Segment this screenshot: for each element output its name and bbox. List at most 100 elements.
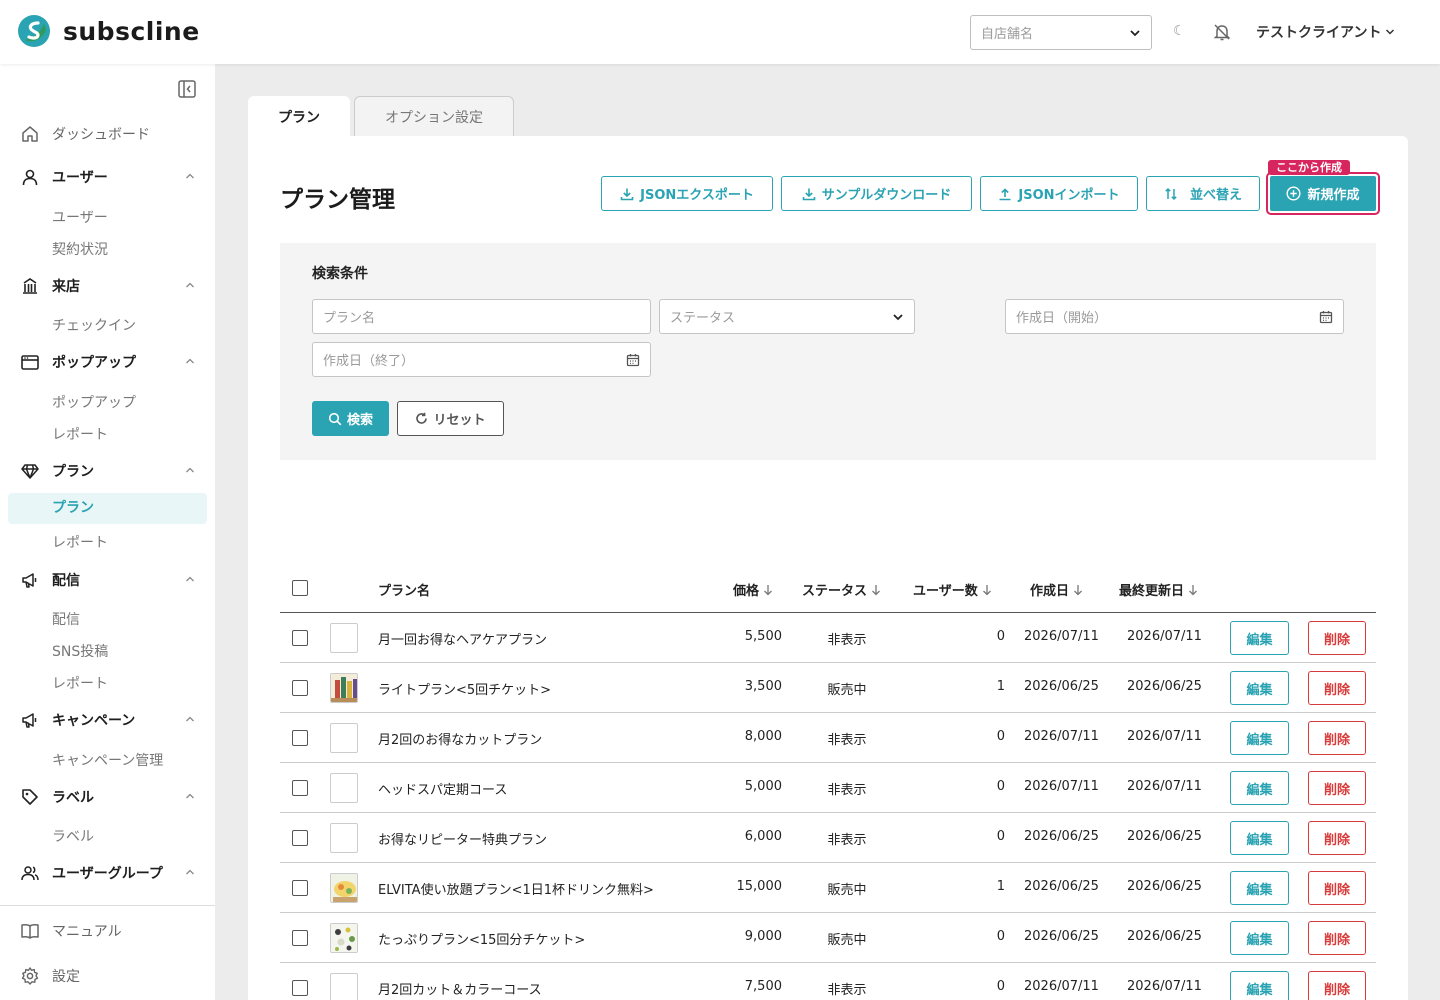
sidebar-group-campaign[interactable]: キャンペーン	[20, 710, 195, 730]
home-icon	[20, 124, 40, 144]
delete-button[interactable]: 削除	[1308, 621, 1366, 655]
sidebar-group-delivery[interactable]: 配信	[20, 570, 195, 590]
sidebar-group-popup[interactable]: ポップアップ	[20, 352, 195, 372]
edit-button[interactable]: 編集	[1230, 821, 1289, 855]
created-end-date-input[interactable]: 作成日（終了）	[312, 342, 651, 377]
calendar-icon	[626, 353, 640, 366]
sidebar-item-popup-report[interactable]: レポート	[52, 424, 108, 444]
table-row: ヘッドスパ定期コース 5,000 非表示 0 2026/07/11 2026/07/11 編…	[280, 763, 1376, 813]
select-all-checkbox[interactable]	[292, 580, 308, 596]
chevron-down-icon	[1130, 29, 1140, 36]
sort-button[interactable]: 並べ替え	[1146, 176, 1260, 211]
bell-off-icon[interactable]	[1212, 22, 1232, 42]
plan-thumbnail	[330, 923, 358, 953]
row-checkbox[interactable]	[292, 730, 308, 746]
new-plan-button[interactable]: 新規作成	[1270, 176, 1376, 211]
tab-plan[interactable]: プラン	[248, 96, 350, 137]
sidebar-item-delivery-report[interactable]: レポート	[52, 673, 108, 693]
row-checkbox[interactable]	[292, 830, 308, 846]
sample-download-label: サンプルダウンロード	[821, 188, 952, 203]
delete-button[interactable]: 削除	[1308, 771, 1366, 805]
delete-button[interactable]: 削除	[1308, 671, 1366, 705]
column-header-users[interactable]: ユーザー数	[913, 580, 992, 599]
plan-user-count: 0	[996, 629, 1005, 644]
json-import-button[interactable]: JSONインポート	[980, 176, 1138, 211]
edit-button[interactable]: 編集	[1230, 671, 1289, 705]
status-placeholder: ステータス	[670, 311, 736, 326]
sidebar-item-plan-report[interactable]: レポート	[52, 532, 108, 552]
app-header: subscline 自店舗名 ☾ テストクライアント	[0, 0, 1440, 64]
sidebar-item-campaign-manage[interactable]: キャンペーン管理	[52, 750, 163, 770]
edit-button[interactable]: 編集	[1230, 771, 1289, 805]
tab-options[interactable]: オプション設定	[354, 96, 514, 136]
plan-user-count: 0	[996, 829, 1005, 844]
tag-icon	[20, 787, 40, 807]
sidebar-item-settings[interactable]: 設定	[20, 966, 80, 986]
sidebar-item-contracts[interactable]: 契約状況	[52, 239, 108, 259]
sidebar-item-sns[interactable]: SNS投稿	[52, 641, 108, 661]
sidebar-group-user-group[interactable]: ユーザーグループ	[20, 863, 195, 883]
json-export-button[interactable]: JSONエクスポート	[601, 176, 773, 211]
sidebar-item-delivery[interactable]: 配信	[52, 609, 80, 629]
sidebar-group-visit[interactable]: 来店	[20, 276, 195, 296]
created-start-date-input[interactable]: 作成日（開始）	[1005, 299, 1344, 334]
json-export-label: JSONエクスポート	[640, 188, 754, 203]
search-button[interactable]: 検索	[312, 401, 389, 436]
sidebar-group-plan[interactable]: プラン	[20, 461, 195, 481]
sidebar-group-users[interactable]: ユーザー	[20, 167, 195, 187]
store-select[interactable]: 自店舗名	[970, 15, 1152, 50]
edit-button[interactable]: 編集	[1230, 871, 1289, 905]
delete-button[interactable]: 削除	[1308, 971, 1366, 1000]
logo[interactable]: subscline	[16, 14, 200, 48]
delete-button[interactable]: 削除	[1308, 871, 1366, 905]
column-header-created[interactable]: 作成日	[1030, 580, 1083, 599]
row-checkbox[interactable]	[292, 780, 308, 796]
row-checkbox[interactable]	[292, 680, 308, 696]
edit-button[interactable]: 編集	[1230, 921, 1289, 955]
row-checkbox[interactable]	[292, 980, 308, 996]
delete-button[interactable]: 削除	[1308, 721, 1366, 755]
delete-button[interactable]: 削除	[1308, 821, 1366, 855]
plan-name: 月2回カット＆カラーコース	[378, 983, 542, 998]
edit-button[interactable]: 編集	[1230, 971, 1289, 1000]
user-menu[interactable]: テストクライアント	[1256, 22, 1395, 42]
edit-button[interactable]: 編集	[1230, 721, 1289, 755]
sidebar-item-dashboard[interactable]: ダッシュボード	[20, 124, 150, 144]
edit-button[interactable]: 編集	[1230, 621, 1289, 655]
plan-status: 非表示	[827, 983, 867, 998]
row-checkbox[interactable]	[292, 930, 308, 946]
sidebar-item-popup[interactable]: ポップアップ	[52, 392, 136, 412]
sidebar-group-label-mgmt[interactable]: ラベル	[20, 787, 195, 807]
sample-download-button[interactable]: サンプルダウンロード	[781, 176, 972, 211]
arrow-down-icon	[764, 584, 772, 595]
reset-button[interactable]: リセット	[397, 401, 504, 436]
chevron-down-icon	[1386, 29, 1395, 35]
sidebar-item-label[interactable]: ラベル	[52, 826, 94, 846]
plan-name-input[interactable]: プラン名	[312, 299, 651, 334]
column-header-status[interactable]: ステータス	[802, 580, 881, 599]
created-start-placeholder: 作成日（開始）	[1016, 311, 1108, 326]
column-header-updated[interactable]: 最終更新日	[1119, 580, 1198, 599]
plan-thumbnail	[330, 823, 358, 853]
column-header-price[interactable]: 価格	[733, 580, 773, 599]
sidebar-item-manual[interactable]: マニュアル	[20, 921, 122, 941]
status-select[interactable]: ステータス	[659, 299, 915, 334]
moon-icon[interactable]: ☾	[1173, 23, 1186, 39]
sidebar-item-users[interactable]: ユーザー	[52, 207, 108, 227]
plan-thumbnail	[330, 873, 358, 903]
plan-price: 8,000	[744, 729, 782, 744]
sidebar-item-checkin[interactable]: チェックイン	[52, 315, 136, 335]
column-header-label: ステータス	[802, 584, 868, 599]
plan-price: 9,000	[744, 929, 782, 944]
page-title: プラン管理	[280, 187, 395, 213]
row-checkbox[interactable]	[292, 630, 308, 646]
gear-icon	[20, 966, 40, 986]
plan-name-placeholder: プラン名	[323, 311, 376, 326]
collapse-sidebar-icon[interactable]	[177, 79, 197, 99]
sidebar-item-label: ダッシュボード	[52, 127, 150, 143]
row-checkbox[interactable]	[292, 880, 308, 896]
search-panel: 検索条件 プラン名 ステータス 作成日（開始） 作成日（終了） 検索 リセット	[280, 243, 1376, 460]
sidebar-item-plan[interactable]: プラン	[8, 493, 207, 524]
delete-button[interactable]: 削除	[1308, 921, 1366, 955]
chevron-up-icon	[186, 173, 194, 179]
